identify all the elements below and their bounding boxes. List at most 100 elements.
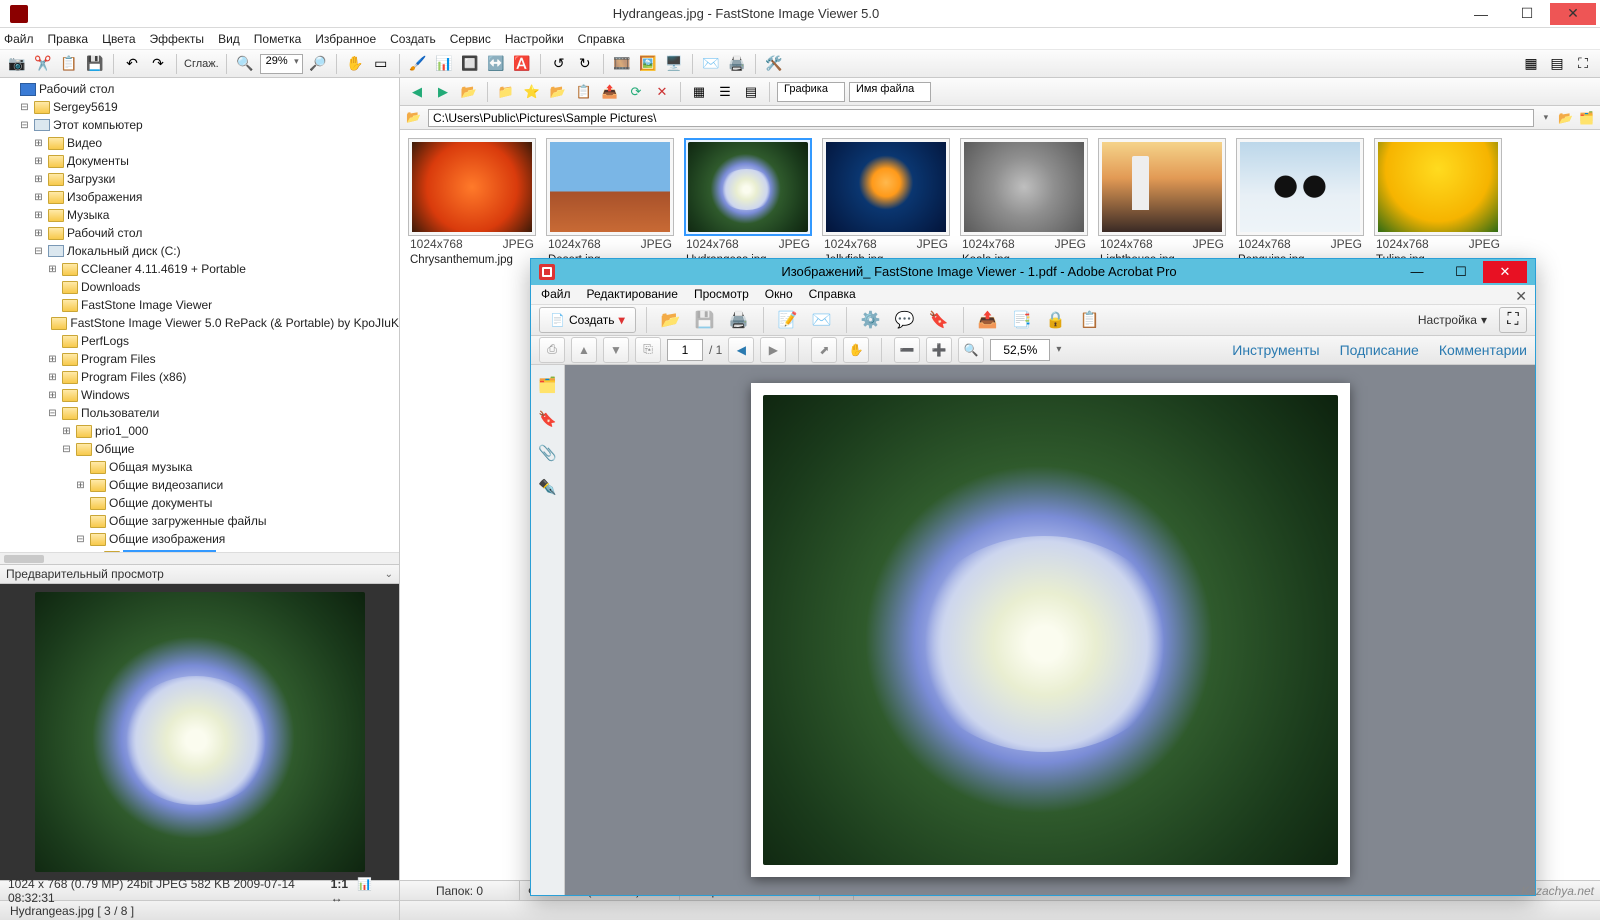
rotate-right-icon[interactable]: ↻ (574, 53, 596, 75)
fullscreen-icon[interactable]: ⛶ (1572, 53, 1594, 75)
tree-item[interactable]: ⊞Program Files (x86) (0, 368, 399, 386)
tree-item[interactable]: ⊞Program Files (0, 350, 399, 368)
tree-item[interactable]: ⊟Пользователи (0, 404, 399, 422)
redo-icon[interactable]: ↷ (147, 53, 169, 75)
slideshow-icon[interactable]: 🎞️ (611, 53, 633, 75)
tree-item[interactable]: ⊞Музыка (0, 206, 399, 224)
acrobat-titlebar[interactable]: Изображений_ FastStone Image Viewer - 1.… (531, 259, 1535, 285)
tree-item[interactable]: ⊞prio1_000 (0, 422, 399, 440)
sort-combo[interactable]: Имя файла (849, 82, 931, 102)
thumbnail[interactable]: 1024x768JPEGLighthouse.jpg (1098, 138, 1226, 268)
preview-image[interactable] (35, 592, 365, 872)
window-maximize-button[interactable]: ☐ (1504, 3, 1550, 25)
tree-item[interactable]: FastStone Image Viewer 5.0 RePack (& Por… (0, 314, 399, 332)
nav-forward-icon[interactable]: ▶ (432, 81, 454, 103)
thumbnail[interactable]: 1024x768JPEGPenguins.jpg (1236, 138, 1364, 268)
print-icon[interactable]: 🖨️ (726, 53, 748, 75)
tree-item[interactable]: ⊞Документы (0, 152, 399, 170)
preview-panel-header[interactable]: Предварительный просмотр ⌄ (0, 564, 399, 584)
acrobat-combine-icon[interactable]: 📑 (1008, 307, 1036, 333)
acrobat-protect-icon[interactable]: 🔒 (1042, 307, 1070, 333)
tree-item[interactable]: ⊞CCleaner 4.11.4619 + Portable (0, 260, 399, 278)
acrobat-create-button[interactable]: 📄 Создать ▾ (539, 307, 636, 333)
zoom-out-icon[interactable]: 🔍 (234, 53, 256, 75)
acrobat-save-icon[interactable]: 💾 (691, 307, 719, 333)
tree-item[interactable]: ⊟Sergey5619 (0, 98, 399, 116)
save-icon[interactable]: 💾 (84, 53, 106, 75)
chevron-down-icon[interactable]: ⌄ (385, 569, 393, 580)
acrobat-page-input[interactable] (667, 339, 703, 361)
expand-icon[interactable]: ⊟ (18, 102, 31, 113)
menu-Цвета[interactable]: Цвета (102, 32, 135, 46)
expand-icon[interactable]: ⊟ (74, 534, 87, 545)
thumbnail[interactable]: 1024x768JPEGTulips.jpg (1374, 138, 1502, 268)
expand-icon[interactable]: ⊞ (46, 354, 59, 365)
menu-Пометка[interactable]: Пометка (254, 32, 302, 46)
expand-icon[interactable]: ⊟ (18, 120, 31, 131)
menu-Создать[interactable]: Создать (390, 32, 436, 46)
expand-icon[interactable]: ⊞ (32, 192, 45, 203)
copy-to-icon[interactable]: 📋 (573, 81, 595, 103)
chevron-down-icon[interactable]: ▾ (1056, 344, 1061, 355)
acrobat-next-view-icon[interactable]: ▶ (760, 337, 786, 363)
acrobat-window[interactable]: Изображений_ FastStone Image Viewer - 1.… (530, 258, 1536, 896)
thumbnail[interactable]: 1024x768JPEGChrysanthemum.jpg (408, 138, 536, 268)
rotate-left-icon[interactable]: ↺ (548, 53, 570, 75)
acrobat-page-up-icon[interactable]: ▲ (571, 337, 597, 363)
tree-item[interactable]: PerfLogs (0, 332, 399, 350)
acrobat-tab[interactable]: Инструменты (1232, 342, 1319, 358)
menu-Вид[interactable]: Вид (218, 32, 240, 46)
acrobat-document-area[interactable] (565, 365, 1535, 895)
expand-icon[interactable]: ⊟ (60, 444, 73, 455)
address-dropdown-icon[interactable]: ▾ (1544, 112, 1549, 123)
acrobat-attachments-icon[interactable]: 📎 (538, 443, 558, 463)
tree-item[interactable]: Общие документы (0, 494, 399, 512)
favorites-add-icon[interactable]: ⭐ (521, 81, 543, 103)
hand-icon[interactable]: ✋ (344, 53, 366, 75)
acrobat-open-icon[interactable]: 📂 (657, 307, 685, 333)
acrobat-zoom-in-icon[interactable]: ➕ (926, 337, 952, 363)
tree-item[interactable]: Downloads (0, 278, 399, 296)
copy-icon[interactable]: 📋 (58, 53, 80, 75)
tree-root[interactable]: Рабочий стол (0, 80, 399, 98)
acrobat-form-icon[interactable]: 📋 (1076, 307, 1104, 333)
acrobat-thumbnails-icon[interactable]: 🗂️ (538, 375, 558, 395)
acrobat-menu-Файл[interactable]: Файл (541, 287, 571, 301)
acrobat-signatures-icon[interactable]: ✒️ (538, 477, 558, 497)
menu-Эффекты[interactable]: Эффекты (150, 32, 205, 46)
menu-Сервис[interactable]: Сервис (450, 32, 491, 46)
tree-item[interactable]: FastStone Image Viewer (0, 296, 399, 314)
favorites-icon[interactable]: 📂 (547, 81, 569, 103)
acrobat-hand-icon[interactable]: ✋ (843, 337, 869, 363)
tree-item[interactable]: ⊞Windows (0, 386, 399, 404)
tree-item[interactable]: ⊞Общие видеозаписи (0, 476, 399, 494)
tree-scrollbar[interactable] (0, 552, 399, 564)
cut-icon[interactable]: ✂️ (32, 53, 54, 75)
wallpaper-icon[interactable]: 🖥️ (663, 53, 685, 75)
acrobat-menu-Просмотр[interactable]: Просмотр (694, 287, 749, 301)
thumbnail[interactable]: 1024x768JPEGKoala.jpg (960, 138, 1088, 268)
acrobat-close-button[interactable]: ✕ (1483, 261, 1527, 283)
acrobat-page-first-icon[interactable]: ⎙ (539, 337, 565, 363)
expand-icon[interactable]: ⊞ (74, 480, 87, 491)
folder-up-icon[interactable]: 📂 (458, 81, 480, 103)
tree-item[interactable]: Общая музыка (0, 458, 399, 476)
paint-icon[interactable]: 🖌️ (407, 53, 429, 75)
tree-item[interactable]: ⊟Этот компьютер (0, 116, 399, 134)
acrobat-tab[interactable]: Комментарии (1439, 342, 1527, 358)
view-details-icon[interactable]: ▤ (740, 81, 762, 103)
tree-item[interactable]: Общие загруженные файлы (0, 512, 399, 530)
crop-icon[interactable]: 🔲 (459, 53, 481, 75)
tree-item[interactable]: ⊞Изображения (0, 188, 399, 206)
text-icon[interactable]: 🅰️ (511, 53, 533, 75)
address-go-icon[interactable]: 📂 (1558, 111, 1573, 125)
filter-combo[interactable]: Графика (777, 82, 845, 102)
expand-icon[interactable]: ⊞ (32, 228, 45, 239)
acrobat-print-icon[interactable]: 🖨️ (725, 307, 753, 333)
menu-Файл[interactable]: Файл (4, 32, 34, 46)
expand-icon[interactable]: ⊞ (46, 264, 59, 275)
acrobat-menu-Справка[interactable]: Справка (809, 287, 856, 301)
thumbnail[interactable]: 1024x768JPEGHydrangeas.jpg (684, 138, 812, 268)
expand-icon[interactable]: ⊞ (60, 426, 73, 437)
select-icon[interactable]: ▭ (370, 53, 392, 75)
